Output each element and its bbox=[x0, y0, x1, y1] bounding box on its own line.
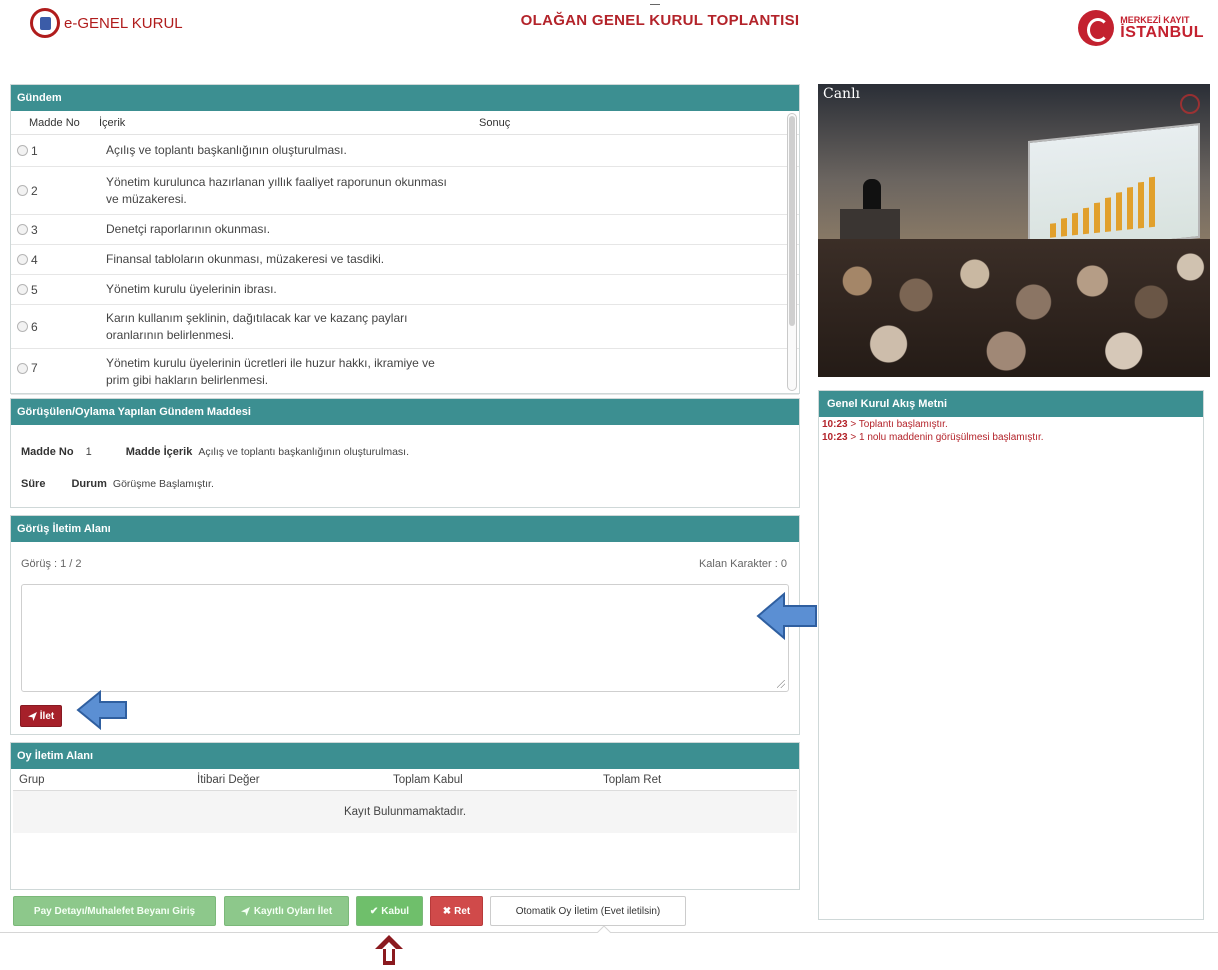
gundem-row[interactable]: 5 Yönetim kurulu üyelerinin ibrası. bbox=[11, 275, 799, 305]
kayitli-oy-button-label: Kayıtlı Oyları İlet bbox=[253, 905, 333, 917]
kayitli-oy-ilet-button[interactable]: Kayıtlı Oyları İlet bbox=[224, 896, 349, 926]
radio-button[interactable] bbox=[17, 321, 28, 332]
madde-icerik: Denetçi raporlarının okunması. bbox=[106, 222, 271, 236]
sure-label: Süre bbox=[21, 478, 46, 490]
gundem-row[interactable]: 1 Açılış ve toplantı başkanlığının oluşt… bbox=[11, 135, 799, 167]
otomatik-button-label: Otomatik Oy İletim (Evet iletilsin) bbox=[515, 905, 661, 917]
logo-right-bottom-text: İSTANBUL bbox=[1120, 23, 1204, 41]
column-icerik: İçerik bbox=[99, 116, 126, 129]
ilet-button[interactable]: İlet bbox=[20, 705, 62, 727]
annotation-arrow-left-icon bbox=[756, 591, 817, 641]
madde-icerik: Finansal tabloların okunması, müzakeresi… bbox=[106, 252, 385, 266]
title-dash bbox=[650, 4, 660, 5]
radio-button[interactable] bbox=[17, 185, 28, 196]
column-toplam-ret: Toplam Ret bbox=[603, 773, 662, 786]
kalan-karakter: Kalan Karakter : 0 bbox=[698, 558, 787, 570]
madde-no: 7 bbox=[31, 361, 38, 375]
madde-icerik: Yönetim kurulu üyelerinin ücretleri ile … bbox=[106, 356, 435, 387]
page-title: OLAĞAN GENEL KURUL TOPLANTISI bbox=[520, 12, 800, 29]
ret-button-label: Ret bbox=[454, 905, 471, 917]
radio-button[interactable] bbox=[17, 224, 28, 235]
video-live-label: Canlı bbox=[823, 86, 861, 102]
scrollbar-thumb[interactable] bbox=[789, 116, 795, 326]
durum-label: Durum bbox=[71, 478, 107, 490]
gundem-table: Madde No İçerik Sonuç 1 Açılış ve toplan… bbox=[11, 111, 799, 395]
record-icon bbox=[1180, 94, 1200, 114]
madde-no: 5 bbox=[31, 282, 38, 297]
video-audience bbox=[818, 239, 1210, 377]
gundem-row[interactable]: 6 Karın kullanım şeklinin, dağıtılacak k… bbox=[11, 305, 799, 349]
gorusulen-panel: Görüşülen/Oylama Yapılan Gündem Maddesi … bbox=[10, 398, 800, 508]
ret-button[interactable]: ✖ Ret bbox=[430, 896, 483, 926]
mkk-logo-icon bbox=[1078, 10, 1115, 46]
madde-icerik-value: Açılış ve toplantı başkanlığının oluştur… bbox=[198, 446, 410, 458]
madde-no: 4 bbox=[31, 252, 38, 267]
kabul-button[interactable]: ✔ Kabul bbox=[356, 896, 423, 926]
akis-entry: 10:23 > 1 nolu maddenin görüşülmesi başl… bbox=[822, 432, 1044, 443]
gundem-row[interactable]: 3 Denetçi raporlarının okunması. bbox=[11, 215, 799, 245]
send-icon bbox=[240, 906, 250, 916]
gundem-row[interactable]: 7 Yönetim kurulu üyelerinin ücretleri il… bbox=[11, 349, 799, 395]
column-toplam-kabul: Toplam Kabul bbox=[393, 773, 463, 786]
madde-no-label: Madde No bbox=[21, 446, 74, 458]
madde-no: 1 bbox=[31, 143, 38, 158]
gorus-panel-title: Görüş İletim Alanı bbox=[11, 516, 799, 542]
column-madde-no: Madde No bbox=[29, 116, 80, 129]
akis-metni-panel: Genel Kurul Akış Metni 10:23 > Toplantı … bbox=[818, 390, 1204, 920]
annotation-arrow-left-icon bbox=[76, 690, 127, 730]
radio-button[interactable] bbox=[17, 254, 28, 265]
gundem-panel-title: Gündem bbox=[11, 85, 799, 111]
video-presentation-screen bbox=[1028, 122, 1200, 257]
radio-button[interactable] bbox=[17, 362, 28, 374]
madde-no-value: 1 bbox=[85, 446, 92, 458]
ilet-button-label: İlet bbox=[39, 710, 55, 722]
close-icon: ✖ bbox=[442, 905, 452, 917]
madde-icerik: Açılış ve toplantı başkanlığının oluştur… bbox=[106, 143, 347, 157]
column-sonuc: Sonuç bbox=[479, 116, 511, 129]
madde-no: 2 bbox=[31, 183, 38, 198]
pay-detay-button-label: Pay Detayı/Muhalefet Beyanı Giriş bbox=[33, 905, 196, 917]
madde-no: 3 bbox=[31, 222, 38, 237]
gundem-panel: Gündem Madde No İçerik Sonuç 1 Açılış ve… bbox=[10, 84, 800, 395]
gorus-counter: Görüş : 1 / 2 bbox=[21, 558, 82, 570]
madde-icerik-label: Madde İçerik bbox=[125, 446, 193, 458]
madde-icerik: Karın kullanım şeklinin, dağıtılacak kar… bbox=[106, 310, 408, 342]
send-icon bbox=[27, 711, 37, 721]
madde-icerik: Yönetim kurulu üyelerinin ibrası. bbox=[106, 282, 277, 296]
gorus-textarea[interactable] bbox=[21, 584, 789, 692]
column-grup: Grup bbox=[19, 773, 45, 786]
gorusulen-panel-title: Görüşülen/Oylama Yapılan Gündem Maddesi bbox=[11, 399, 799, 425]
page-header: e-GENEL KURUL OLAĞAN GENEL KURUL TOPLANT… bbox=[0, 0, 1218, 70]
gundem-scrollbar[interactable] bbox=[787, 113, 797, 391]
oy-empty-message: Kayıt Bulunmamaktadır. bbox=[13, 791, 797, 833]
oy-iletim-panel: Oy İletim Alanı Grup İtibari Değer Topla… bbox=[10, 742, 800, 890]
oy-table-header: Grup İtibari Değer Toplam Kabul Toplam R… bbox=[13, 769, 797, 791]
kabul-button-label: Kabul bbox=[381, 905, 410, 917]
oy-panel-title: Oy İletim Alanı bbox=[11, 743, 799, 769]
gundem-table-header: Madde No İçerik Sonuç bbox=[11, 111, 799, 135]
gundem-row[interactable]: 2 Yönetim kurulunca hazırlanan yıllık fa… bbox=[11, 167, 799, 215]
live-video-player[interactable]: Canlı bbox=[818, 84, 1210, 377]
check-icon: ✔ bbox=[369, 905, 379, 917]
mkk-istanbul-logo: MERKEZİ KAYIT İSTANBUL bbox=[1078, 10, 1204, 46]
otomatik-oy-iletim-button[interactable]: Otomatik Oy İletim (Evet iletilsin) bbox=[490, 896, 686, 926]
radio-button[interactable] bbox=[17, 145, 28, 156]
madde-no: 6 bbox=[31, 319, 38, 334]
pay-detay-button[interactable]: Pay Detayı/Muhalefet Beyanı Giriş bbox=[13, 896, 216, 926]
caret-icon bbox=[597, 926, 611, 933]
column-itibari-deger: İtibari Değer bbox=[197, 773, 260, 786]
madde-icerik: Yönetim kurulunca hazırlanan yıllık faal… bbox=[106, 174, 447, 206]
akis-panel-title: Genel Kurul Akış Metni bbox=[819, 391, 1203, 417]
radio-button[interactable] bbox=[17, 284, 28, 295]
akis-entry: 10:23 > Toplantı başlamıştır. bbox=[822, 419, 948, 430]
annotation-arrow-up-icon bbox=[375, 935, 403, 965]
gundem-row[interactable]: 4 Finansal tabloların okunması, müzakere… bbox=[11, 245, 799, 275]
durum-value: Görüşme Başlamıştır. bbox=[112, 478, 214, 490]
gorus-iletim-panel: Görüş İletim Alanı Görüş : 1 / 2 Kalan K… bbox=[10, 515, 800, 735]
